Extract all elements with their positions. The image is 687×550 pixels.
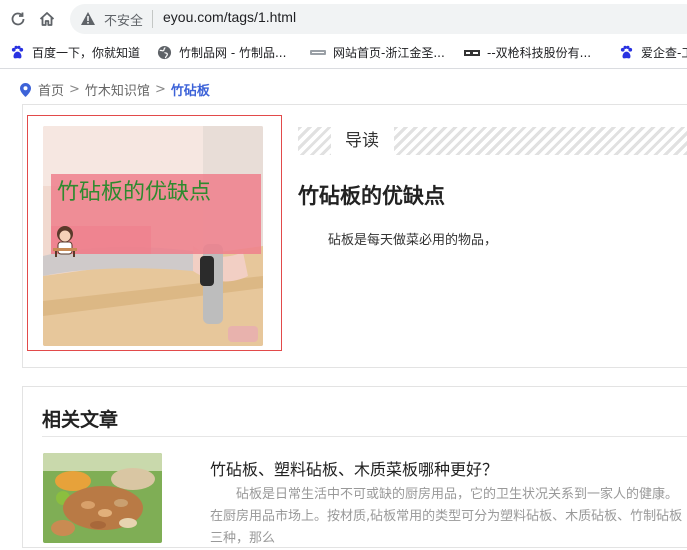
bookmark-label: 爱企查-工 — [641, 46, 687, 60]
bookmark-label: 网站首页-浙江金圣... — [333, 46, 445, 60]
browser-toolbar: 不安全 eyou.com/tags/1.html — [0, 0, 687, 38]
baidu-paw-icon — [9, 45, 25, 61]
section-label-stripe-left — [298, 127, 331, 155]
cartoon-girl-icon — [49, 224, 81, 262]
breadcrumb-link-knowledge[interactable]: 竹木知识馆 — [85, 80, 150, 99]
related-article-excerpt: 砧板是日常生活中不可或缺的厨房用品，它的卫生状况关系到一家人的健康。在厨房用品市… — [210, 487, 683, 546]
related-article-thumbnail[interactable] — [43, 453, 162, 543]
baidu-paw-icon — [618, 45, 634, 61]
featured-article-title[interactable]: 竹砧板的优缺点 — [298, 180, 445, 210]
featured-article-summary: 砧板是每天做菜必用的物品， — [328, 233, 498, 248]
security-label[interactable]: 不安全 — [104, 10, 143, 29]
bookmark-item[interactable]: --双枪科技股份有... — [464, 44, 591, 61]
globe-icon — [156, 45, 172, 61]
related-heading-divider — [42, 436, 687, 437]
bookmark-item[interactable]: 爱企查-工 — [618, 44, 687, 61]
bookmark-label: --双枪科技股份有... — [487, 46, 592, 60]
site-logo-icon — [310, 45, 326, 61]
home-icon[interactable] — [36, 8, 58, 30]
browser-chrome: 不安全 eyou.com/tags/1.html 百度一下，你就知道 竹制品网 … — [0, 0, 687, 69]
bookmark-item[interactable]: 竹制品网 - 竹制品... — [156, 44, 286, 61]
reload-icon[interactable] — [7, 8, 29, 30]
bookmarks-bar: 百度一下，你就知道 竹制品网 - 竹制品... 网站首页-浙江金圣... --双… — [0, 38, 687, 69]
section-label-stripe-right — [394, 127, 687, 155]
address-divider — [152, 10, 153, 28]
bookmark-label: 百度一下，你就知道 — [32, 46, 141, 60]
bookmark-item[interactable]: 网站首页-浙江金圣... — [310, 44, 445, 61]
related-articles-heading: 相关文章 — [42, 409, 119, 431]
warning-icon[interactable] — [80, 11, 96, 30]
breadcrumb-separator: > — [154, 82, 166, 97]
shuangqiang-logo-icon — [464, 45, 480, 61]
breadcrumb: 首页 > 竹木知识馆 > 竹砧板 — [20, 80, 210, 99]
section-label: 导读 — [331, 127, 393, 155]
location-pin-icon — [20, 82, 31, 97]
bookmark-label: 竹制品网 - 竹制品... — [179, 46, 287, 60]
related-article-title[interactable]: 竹砧板、塑料砧板、木质菜板哪种更好？ — [210, 456, 498, 480]
breadcrumb-separator: > — [69, 82, 80, 97]
url-text[interactable]: eyou.com/tags/1.html — [163, 9, 296, 25]
breadcrumb-link-home[interactable]: 首页 — [38, 80, 64, 99]
breadcrumb-current[interactable]: 竹砧板 — [171, 80, 210, 99]
thumbnail-caption: 竹砧板的优缺点 — [57, 180, 212, 205]
bookmark-item[interactable]: 百度一下，你就知道 — [9, 44, 140, 61]
